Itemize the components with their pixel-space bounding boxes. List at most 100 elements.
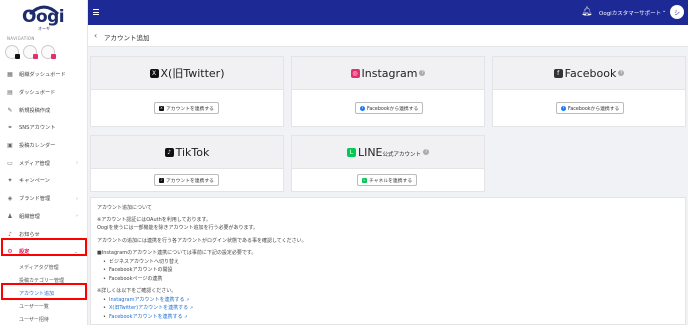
sidebar-item-media[interactable]: ▭ メディア管理 › bbox=[0, 154, 87, 172]
account-badge-x-icon bbox=[15, 54, 20, 59]
connect-line-button[interactable]: L チャネルを連携する bbox=[357, 174, 418, 186]
button-label: チャネルを連携する bbox=[369, 178, 413, 184]
line-logo-icon: L bbox=[362, 177, 367, 183]
card-title-suffix: 公式アカウント bbox=[382, 151, 422, 158]
sidebar-item-sns-accounts[interactable]: ⚭ SNSアカウント bbox=[0, 119, 87, 137]
sidebar-item-label: キャンペーン bbox=[19, 178, 50, 185]
bell-icon: ♪ bbox=[8, 230, 12, 238]
folder-icon: ▭ bbox=[7, 159, 13, 167]
button-label: アカウントを連携する bbox=[166, 178, 214, 184]
chevron-right-icon: › bbox=[76, 195, 78, 202]
sidebar-item-brand[interactable]: ◈ ブランド管理 › bbox=[0, 190, 87, 208]
card-title: TikTok bbox=[175, 145, 210, 159]
help-icon[interactable]: ? bbox=[423, 149, 430, 155]
sidebar-item-calendar[interactable]: ▣ 投稿カレンダー bbox=[0, 137, 87, 155]
grid-icon: ▦ bbox=[7, 71, 13, 79]
card-tiktok: ♪ TikTok ♪ アカウントを連携する bbox=[90, 135, 284, 192]
info-panel: アカウント追加について ※アカウント認証にはOAuthを利用しております。 Oo… bbox=[90, 197, 686, 325]
card-line: L LINE 公式アカウント ? L チャネルを連携する bbox=[291, 135, 485, 192]
card-title: Facebook bbox=[564, 66, 617, 80]
card-title: LINE bbox=[357, 145, 383, 159]
list-item: Instagramアカウントを連携する ↗ bbox=[97, 296, 679, 305]
sidebar-item-label: ブランド管理 bbox=[19, 196, 51, 203]
card-title: Instagram bbox=[361, 66, 418, 80]
button-label: Facebookから連携する bbox=[568, 106, 620, 112]
info-title: アカウント追加について bbox=[97, 205, 152, 211]
help-icon[interactable]: ? bbox=[618, 70, 625, 76]
connect-x-button[interactable]: X アカウントを連携する bbox=[154, 102, 219, 114]
list-item: Facebookページの連携 bbox=[97, 275, 679, 284]
info-more: ※詳しくは以下をご確認ください。 bbox=[97, 288, 177, 294]
logo-text[interactable]: Oogi bbox=[22, 7, 65, 27]
top-bar: 🔔︎ Oogiカスタマーサポート ⌄ シ bbox=[88, 0, 688, 25]
sidebar-item-org-dashboard[interactable]: ▦ 組織ダッシュボード bbox=[0, 66, 87, 84]
card-header: ◎ Instagram ? bbox=[292, 57, 484, 90]
page-heading: ‹ アカウント追加 bbox=[88, 25, 688, 47]
sidebar-subitem-user-invite[interactable]: ユーザー招待 bbox=[0, 313, 87, 325]
sidebar-item-label: メディア管理 bbox=[19, 160, 50, 167]
tiktok-logo-icon: ♪ bbox=[164, 147, 174, 157]
button-label: アカウントを連携する bbox=[166, 106, 214, 112]
list-item: Facebookアカウントの開設 bbox=[97, 266, 679, 275]
card-header: ♪ TikTok bbox=[91, 136, 283, 169]
card-header: f Facebook ? bbox=[493, 57, 685, 90]
line-logo-icon: L bbox=[346, 147, 356, 157]
sidebar-item-new-post[interactable]: ✎ 新規投稿作成 bbox=[0, 101, 87, 119]
link-icon: ⚭ bbox=[7, 124, 13, 132]
users-icon: ♟ bbox=[7, 212, 13, 220]
info-note: アカウントの追加には連携を行う各アカウントがログイン状態である事を確認してくださ… bbox=[97, 237, 307, 244]
x-logo-icon: X bbox=[149, 68, 159, 78]
chevron-right-icon: › bbox=[76, 213, 78, 220]
user-name[interactable]: Oogiカスタマーサポート bbox=[599, 9, 661, 17]
connect-tiktok-button[interactable]: ♪ アカウントを連携する bbox=[154, 174, 219, 186]
gift-icon: ✦ bbox=[7, 177, 13, 185]
facebook-logo-icon: f bbox=[561, 105, 566, 111]
sidebar-item-label: 投稿カレンダー bbox=[19, 143, 56, 150]
chevron-down-icon[interactable]: ⌄ bbox=[662, 8, 666, 14]
connect-facebook-button[interactable]: f Facebookから連携する bbox=[556, 102, 625, 114]
x-logo-icon: X bbox=[159, 105, 164, 111]
sidebar: Oogi オーギ NAVIGATION ▦ 組織ダッシュボード ▤ ダッシュボード … bbox=[0, 0, 88, 325]
list-item: ビジネスアカウントへ切り替え bbox=[97, 258, 679, 267]
account-avatar-3[interactable] bbox=[41, 45, 56, 59]
tiktok-logo-icon: ♪ bbox=[159, 177, 164, 183]
page-title: アカウント追加 bbox=[104, 34, 150, 42]
chevron-right-icon: › bbox=[76, 160, 78, 167]
info-note: Oogiを使うには一部機能を除きアカウント追加を行う必要があります。 bbox=[97, 225, 259, 231]
account-avatar-1[interactable] bbox=[5, 45, 20, 59]
button-label: Facebookから連携する bbox=[367, 106, 419, 112]
help-link-x[interactable]: X(旧Twitter)アカウントを連携する bbox=[109, 305, 188, 311]
external-link-icon: ↗ bbox=[186, 296, 190, 302]
sidebar-item-label: お知らせ bbox=[19, 231, 40, 238]
notification-bell-icon[interactable]: 🔔︎ bbox=[581, 7, 592, 18]
sidebar-item-org[interactable]: ♟ 組織管理 › bbox=[0, 208, 87, 226]
info-ig-title: ■Instagramのアカウント連携については事前に下記の設定必要です。 bbox=[97, 250, 257, 256]
calendar-icon: ▣ bbox=[7, 142, 13, 150]
info-ig-list: ビジネスアカウントへ切り替え Facebookアカウントの開設 Facebook… bbox=[97, 258, 679, 284]
sidebar-item-label: 組織ダッシュボード bbox=[19, 72, 66, 79]
account-badge-instagram-icon bbox=[51, 54, 56, 59]
sidebar-subitem-user-list[interactable]: ユーザー一覧 bbox=[0, 300, 87, 313]
highlight-box-add-account bbox=[1, 283, 87, 300]
user-avatar[interactable]: シ bbox=[670, 5, 684, 19]
instagram-logo-icon: ◎ bbox=[350, 68, 360, 78]
chevron-left-icon[interactable]: ‹ bbox=[94, 31, 97, 40]
external-link-icon: ↗ bbox=[189, 305, 194, 310]
sidebar-item-label: 組織管理 bbox=[19, 213, 40, 220]
sidebar-item-dashboard[interactable]: ▤ ダッシュボード bbox=[0, 84, 87, 102]
help-link-facebook[interactable]: Facebookアカウントを連携する bbox=[109, 314, 183, 320]
sidebar-item-label: ダッシュボード bbox=[19, 90, 56, 97]
connect-instagram-facebook-button[interactable]: f Facebookから連携する bbox=[355, 102, 424, 114]
help-icon[interactable]: ? bbox=[419, 70, 426, 76]
sidebar-item-campaign[interactable]: ✦ キャンペーン bbox=[0, 172, 87, 190]
account-avatar-2[interactable] bbox=[23, 45, 38, 59]
dashboard-icon: ▤ bbox=[7, 89, 13, 97]
card-header: X X(旧Twitter) bbox=[91, 57, 283, 90]
menu-icon[interactable] bbox=[93, 9, 99, 16]
help-link-instagram[interactable]: Instagramアカウントを連携する bbox=[109, 297, 184, 303]
info-links: Instagramアカウントを連携する ↗ X(旧Twitter)アカウントを連… bbox=[97, 296, 679, 322]
sidebar-subitem-media-tags[interactable]: メディアタグ管理 bbox=[0, 261, 87, 274]
card-facebook: f Facebook ? f Facebookから連携する bbox=[492, 56, 686, 127]
card-header: L LINE 公式アカウント ? bbox=[292, 136, 484, 169]
facebook-logo-icon: f bbox=[553, 68, 563, 78]
